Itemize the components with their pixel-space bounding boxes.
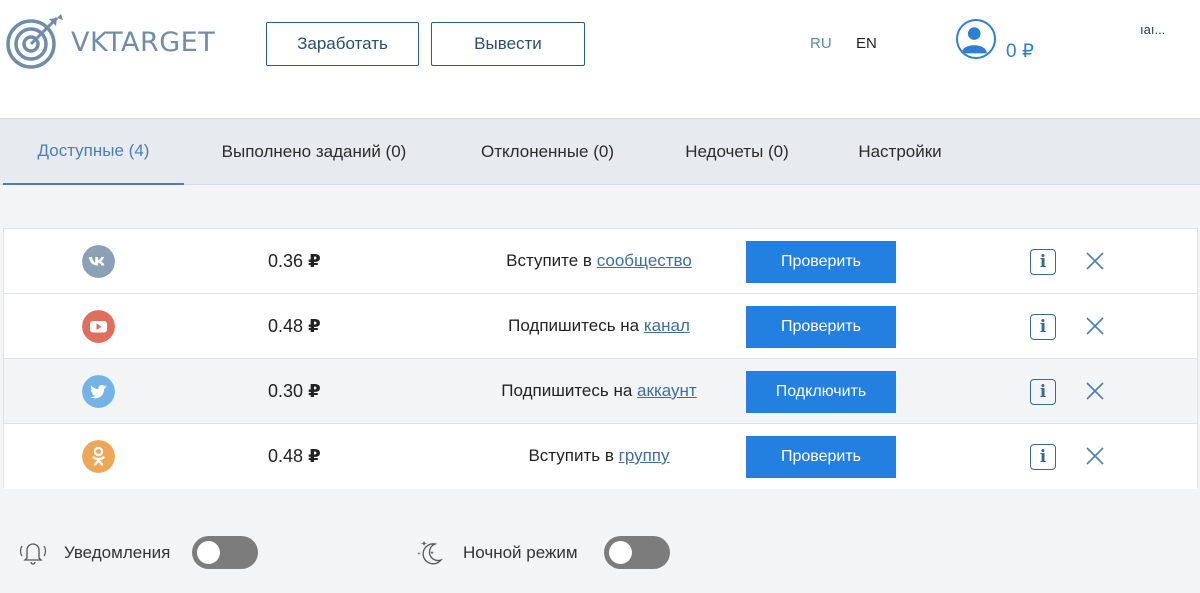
info-icon[interactable]: i (1030, 249, 1056, 275)
task-link[interactable]: группу (619, 446, 670, 465)
info-icon[interactable]: i (1030, 314, 1056, 340)
task-description: Вступить в группу (528, 446, 670, 465)
avatar[interactable] (956, 19, 996, 59)
vk-icon (82, 245, 115, 278)
tab-rejected[interactable]: Отклоненные (0) (460, 119, 635, 185)
close-icon[interactable] (1085, 446, 1105, 466)
task-price: 0.30 ₽ (268, 381, 321, 401)
target-logo-icon (6, 14, 63, 69)
info-icon[interactable]: i (1030, 379, 1056, 405)
balance: 0 ₽ (1006, 41, 1034, 62)
task-row: 0.48 ₽ Подпишитесь на канал Проверить i (4, 294, 1197, 359)
header: VKTARGET Заработать Вывести RU EN ıaı...… (0, 0, 1200, 118)
user-icon (961, 27, 987, 54)
close-icon[interactable] (1085, 316, 1105, 336)
task-price: 0.48 ₽ (268, 316, 321, 336)
toggle-knob (609, 541, 632, 564)
task-tabs: Доступные (4) Выполнено заданий (0) Откл… (0, 118, 1200, 185)
task-link[interactable]: аккаунт (637, 381, 697, 400)
tab-settings[interactable]: Настройки (835, 119, 965, 185)
toggle-knob (197, 541, 220, 564)
logo-text: VKTARGET (71, 26, 216, 58)
task-row: 0.30 ₽ Подпишитесь на аккаунт Подключить… (4, 359, 1197, 424)
task-list: 0.36 ₽ Вступите в сообщество Проверить i… (3, 228, 1198, 489)
odnoklassniki-icon (82, 440, 115, 473)
moon-stars-icon (417, 541, 443, 565)
tab-available[interactable]: Доступные (4) (3, 119, 184, 185)
task-price: 0.36 ₽ (268, 251, 321, 271)
username[interactable]: ıaı... (1140, 22, 1165, 37)
tab-shortcomings[interactable]: Недочеты (0) (667, 119, 807, 185)
task-description: Подпишитесь на канал (508, 316, 690, 335)
info-icon[interactable]: i (1030, 444, 1056, 470)
logo[interactable]: VKTARGET (5, 10, 220, 74)
task-price: 0.48 ₽ (268, 446, 321, 466)
close-icon[interactable] (1085, 381, 1105, 401)
language-ru-link[interactable]: RU (810, 35, 832, 52)
check-button[interactable]: Проверить (746, 241, 896, 283)
task-row: 0.36 ₽ Вступите в сообщество Проверить i (4, 229, 1197, 294)
notifications-toggle[interactable] (192, 536, 258, 569)
twitter-icon (82, 375, 115, 408)
task-row: 0.48 ₽ Вступить в группу Проверить i (4, 424, 1197, 489)
connect-button[interactable]: Подключить (746, 371, 896, 413)
notifications-label: Уведомления (64, 543, 171, 562)
night-mode-label: Ночной режим (463, 543, 578, 562)
language-en-link[interactable]: EN (856, 35, 877, 52)
task-description: Вступите в сообщество (506, 251, 692, 270)
task-description: Подпишитесь на аккаунт (501, 381, 697, 400)
check-button[interactable]: Проверить (746, 306, 896, 348)
bell-icon (19, 543, 47, 565)
night-mode-toggle[interactable] (604, 536, 670, 569)
youtube-icon (82, 310, 115, 343)
withdraw-button[interactable]: Вывести (431, 22, 585, 66)
close-icon[interactable] (1085, 251, 1105, 271)
tab-completed[interactable]: Выполнено заданий (0) (200, 119, 428, 185)
task-link[interactable]: канал (644, 316, 690, 335)
task-link[interactable]: сообщество (597, 251, 692, 270)
earn-button[interactable]: Заработать (266, 22, 419, 66)
check-button[interactable]: Проверить (746, 436, 896, 478)
